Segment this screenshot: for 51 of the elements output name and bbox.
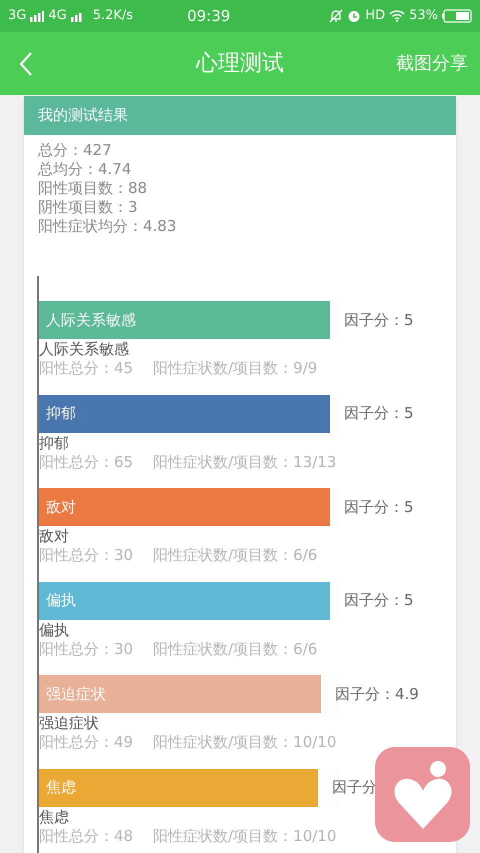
signal-icon bbox=[30, 10, 44, 22]
summary-line: 阳性症状均分：4.83 bbox=[38, 217, 178, 236]
floating-app-button[interactable] bbox=[375, 747, 470, 842]
positive-total: 阳性总分：45 bbox=[39, 359, 134, 378]
screenshot-share-button[interactable]: 截图分享 bbox=[396, 50, 468, 77]
factor-score: 因子分：5 bbox=[344, 590, 414, 612]
factor-name: 人际关系敏感 bbox=[39, 340, 130, 359]
network-speed: 5.2K/s bbox=[92, 7, 134, 26]
symptom-ratio: 阳性症状数/项目数：13/13 bbox=[153, 452, 336, 472]
summary-line: 阳性项目数：88 bbox=[38, 179, 148, 198]
factor-score: 因子分 bbox=[332, 777, 377, 798]
positive-total: 阳性总分：30 bbox=[39, 640, 134, 658]
bar-label: 强迫症状 bbox=[46, 684, 106, 705]
alarm-icon bbox=[347, 9, 362, 23]
symptom-ratio: 阳性症状数/项目数：6/6 bbox=[153, 640, 318, 658]
back-icon bbox=[19, 50, 33, 76]
factor-name: 抑郁 bbox=[39, 434, 70, 452]
positive-total: 阳性总分：65 bbox=[39, 452, 134, 472]
page-title: 心理测试 bbox=[196, 50, 284, 78]
network-label: 4G bbox=[48, 7, 67, 26]
factor-name: 强迫症状 bbox=[39, 714, 100, 733]
bar-label: 偏执 bbox=[46, 590, 76, 612]
network-label: 3G bbox=[8, 7, 26, 26]
factor-score: 因子分：5 bbox=[344, 496, 414, 518]
hd-label: HD bbox=[365, 7, 386, 26]
battery-percent: 53% bbox=[409, 7, 438, 26]
summary-line: 阴性项目数：3 bbox=[38, 198, 139, 217]
factor-name: 焦虑 bbox=[39, 808, 70, 826]
bar-label: 敌对 bbox=[46, 496, 76, 518]
factor-name: 敌对 bbox=[39, 527, 70, 546]
symptom-ratio: 阳性症状数/项目数：6/6 bbox=[153, 546, 318, 565]
summary-line: 总分：427 bbox=[38, 141, 113, 160]
positive-total: 阳性总分：30 bbox=[39, 546, 134, 565]
bar-label: 焦虑 bbox=[46, 777, 76, 798]
factor-name: 偏执 bbox=[39, 620, 70, 640]
clock: 09:39 bbox=[187, 6, 230, 27]
factor-score: 因子分：5 bbox=[344, 310, 414, 331]
wifi-icon bbox=[389, 10, 406, 22]
card-title: 我的测试结果 bbox=[38, 105, 128, 126]
summary-line: 总均分：4.74 bbox=[38, 160, 132, 179]
bar-label: 抑郁 bbox=[46, 403, 76, 424]
bar-label: 人际关系敏感 bbox=[46, 310, 136, 331]
symptom-ratio: 阳性症状数/项目数：10/10 bbox=[153, 826, 336, 846]
positive-total: 阳性总分：48 bbox=[39, 826, 134, 846]
factor-score: 因子分：5 bbox=[344, 403, 414, 424]
symptom-ratio: 阳性症状数/项目数：9/9 bbox=[153, 359, 318, 378]
symptom-ratio: 阳性症状数/项目数：10/10 bbox=[153, 733, 336, 752]
bell-off-icon bbox=[329, 9, 344, 23]
positive-total: 阳性总分：49 bbox=[39, 733, 134, 752]
factor-score: 因子分：4.9 bbox=[335, 684, 419, 705]
battery-icon bbox=[442, 9, 472, 23]
